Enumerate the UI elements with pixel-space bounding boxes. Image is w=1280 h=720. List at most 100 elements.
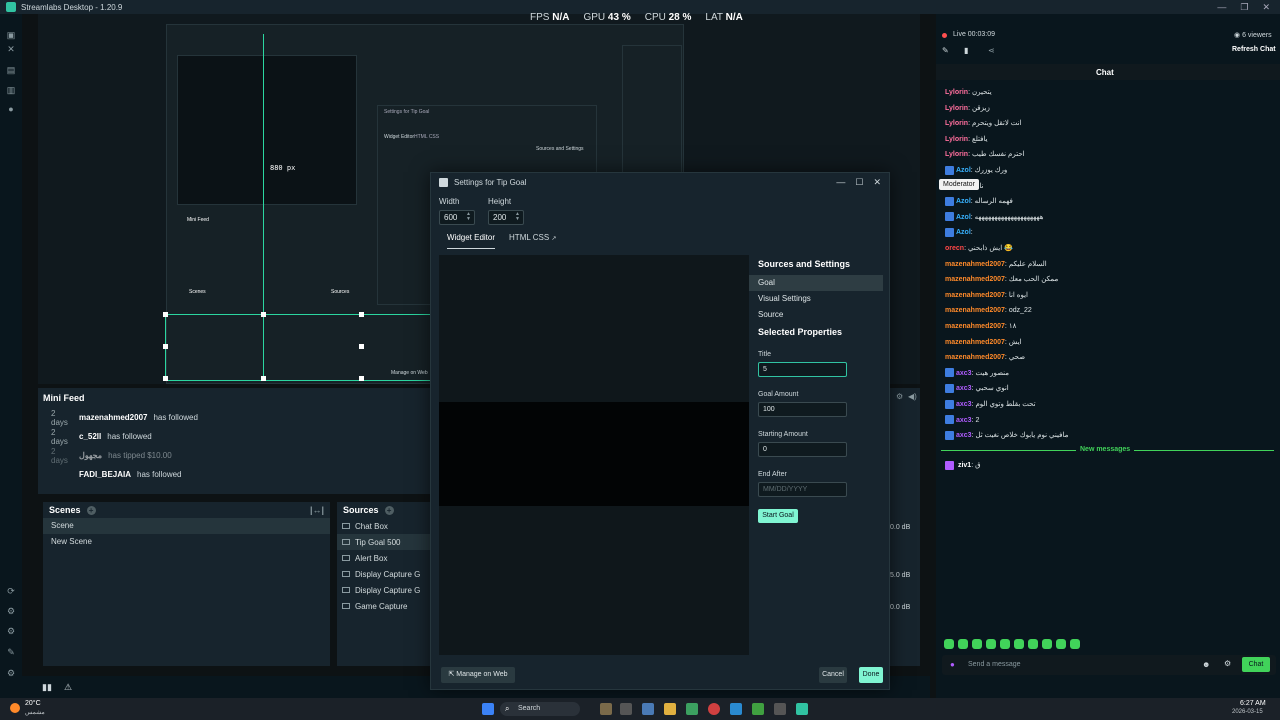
chat-username[interactable]: Lylorin xyxy=(945,89,968,96)
moderator-badge-icon[interactable] xyxy=(945,165,954,175)
source-item[interactable]: Display Capture G xyxy=(337,582,430,598)
title-input[interactable]: 5 xyxy=(758,362,847,377)
chat-username[interactable]: mazenahmed2007 xyxy=(945,323,1005,330)
tools-icon[interactable]: ✎ xyxy=(6,647,16,657)
chat-settings-icon[interactable]: ⚙ xyxy=(1224,659,1231,668)
store-icon[interactable]: ▤ xyxy=(6,65,16,75)
tab-html-css[interactable]: HTML CSS ↗ xyxy=(509,233,556,249)
maximize-button[interactable]: ❐ xyxy=(1240,2,1248,13)
start-goal-button[interactable]: Start Goal xyxy=(758,509,798,523)
library-icon[interactable]: ▥ xyxy=(6,85,16,95)
side-item-visual-settings[interactable]: Visual Settings xyxy=(749,291,883,307)
emote-icon[interactable] xyxy=(1070,639,1080,649)
tab-widget-editor[interactable]: Widget Editor xyxy=(447,233,496,249)
emote-icon[interactable] xyxy=(958,639,968,649)
dialog-maximize-button[interactable]: ☐ xyxy=(855,177,863,188)
emote-icon[interactable] xyxy=(944,639,954,649)
taskbar-search[interactable]: Search xyxy=(500,702,580,716)
dialog-close-button[interactable]: ✕ xyxy=(873,177,881,188)
resize-handle-tl[interactable] xyxy=(163,312,168,317)
close-button[interactable]: ✕ xyxy=(1262,2,1270,13)
side-item-goal[interactable]: Goal xyxy=(749,275,883,291)
emote-icon[interactable] xyxy=(1056,639,1066,649)
end-after-input[interactable]: MM/DD/YYYY xyxy=(758,482,847,497)
goal-amount-input[interactable]: 100 xyxy=(758,402,847,417)
emote-icon[interactable] xyxy=(972,639,982,649)
emote-icon[interactable] xyxy=(1000,639,1010,649)
feed-row[interactable]: FADI_BEJAIA has followed xyxy=(38,465,430,484)
resize-handle-b[interactable] xyxy=(261,376,266,381)
add-scene-icon[interactable]: + xyxy=(86,505,96,515)
stats-icon[interactable]: ▮▮ xyxy=(42,682,52,693)
chat-username[interactable]: mazenahmed2007 xyxy=(945,307,1005,314)
chat-username[interactable]: mazenahmed2007 xyxy=(945,339,1005,346)
chat-username[interactable]: Lylorin xyxy=(945,151,968,158)
themes-icon[interactable]: ✕ xyxy=(6,44,16,54)
send-message-input[interactable]: Send a message xyxy=(968,661,1021,668)
emoji-icon[interactable]: ☻ xyxy=(1202,660,1210,669)
resize-handle-r[interactable] xyxy=(359,344,364,349)
moderator-badge-icon[interactable] xyxy=(945,399,954,409)
resize-handle-l[interactable] xyxy=(163,344,168,349)
edit-icon[interactable]: ✎ xyxy=(942,46,949,55)
chat-username[interactable]: axc3 xyxy=(956,432,972,439)
chrome-icon[interactable] xyxy=(708,703,720,715)
moderator-badge-icon[interactable] xyxy=(945,228,954,238)
source-item[interactable]: Display Capture G xyxy=(337,566,430,582)
moderator-badge-icon[interactable] xyxy=(945,430,954,440)
emote-icon[interactable] xyxy=(1042,639,1052,649)
chat-username[interactable]: Lylorin xyxy=(945,105,968,112)
studio-mode-icon[interactable]: ⟳ xyxy=(6,586,16,596)
clock-time[interactable]: 6:27 AM xyxy=(1240,700,1266,707)
source-item[interactable]: Alert Box xyxy=(337,550,430,566)
xbox-icon[interactable] xyxy=(752,703,764,715)
emote-icon[interactable] xyxy=(986,639,996,649)
chat-username[interactable]: Lylorin xyxy=(945,120,968,127)
resize-handle-t[interactable] xyxy=(261,312,266,317)
chat-username[interactable]: mazenahmed2007 xyxy=(945,261,1005,268)
feed-row[interactable]: 2 days مجهول has tipped $10.00 xyxy=(38,446,430,465)
chat-username[interactable]: axc3 xyxy=(956,370,972,377)
app-icon[interactable] xyxy=(686,703,698,715)
chat-username[interactable]: Azol xyxy=(956,229,971,236)
resize-handle-bl[interactable] xyxy=(163,376,168,381)
chat-send-button[interactable]: Chat xyxy=(1242,657,1270,672)
chat-username[interactable]: axc3 xyxy=(956,417,972,424)
height-input[interactable]: 200 ▲ ▼ xyxy=(488,210,524,225)
chat-username[interactable]: ziv1 xyxy=(958,462,971,469)
chat-username[interactable]: Azol xyxy=(956,214,971,221)
resize-handle-br[interactable] xyxy=(359,376,364,381)
mixer-volume-icon[interactable]: ◀) xyxy=(908,392,917,401)
minimize-button[interactable]: — xyxy=(1217,2,1226,13)
add-source-icon[interactable]: + xyxy=(384,505,394,515)
chat-username[interactable]: Lylorin xyxy=(945,136,968,143)
app-icon[interactable] xyxy=(774,703,786,715)
windows-start-icon[interactable] xyxy=(482,703,494,715)
starting-amount-input[interactable]: 0 xyxy=(758,442,847,457)
refresh-chat-button[interactable]: Refresh Chat xyxy=(1232,46,1276,53)
width-input[interactable]: 600 ▲ ▼ xyxy=(439,210,475,225)
moderator-badge-icon[interactable] xyxy=(945,384,954,394)
manage-on-web-button[interactable]: ⇱ Manage on Web xyxy=(441,667,515,683)
settings-icon[interactable]: ⚙ xyxy=(6,668,16,678)
app-icon[interactable] xyxy=(730,703,742,715)
scene-item[interactable]: New Scene xyxy=(43,534,330,550)
streamlabs-taskbar-icon[interactable] xyxy=(796,703,808,715)
app-icon[interactable] xyxy=(600,703,612,715)
chat-username[interactable]: mazenahmed2007 xyxy=(945,354,1005,361)
dialog-minimize-button[interactable]: — xyxy=(836,177,845,188)
scene-item[interactable]: Scene xyxy=(43,518,330,534)
done-button[interactable]: Done xyxy=(859,667,883,683)
feed-row[interactable]: 2 days c_52ll has followed xyxy=(38,427,430,446)
height-spinner-icon[interactable]: ▲ ▼ xyxy=(515,212,520,222)
chat-username[interactable]: Azol xyxy=(956,198,971,205)
file-explorer-icon[interactable] xyxy=(664,703,676,715)
share-icon[interactable]: ⋖ xyxy=(988,46,995,55)
chat-username[interactable]: Azol xyxy=(956,167,971,174)
moderator-badge-icon[interactable] xyxy=(945,212,954,222)
source-item[interactable]: Chat Box xyxy=(337,518,430,534)
clipboard-icon[interactable]: ▮ xyxy=(964,46,968,55)
chat-username[interactable]: axc3 xyxy=(956,385,972,392)
emote-icon[interactable] xyxy=(1014,639,1024,649)
moderator-badge-icon[interactable] xyxy=(945,368,954,378)
